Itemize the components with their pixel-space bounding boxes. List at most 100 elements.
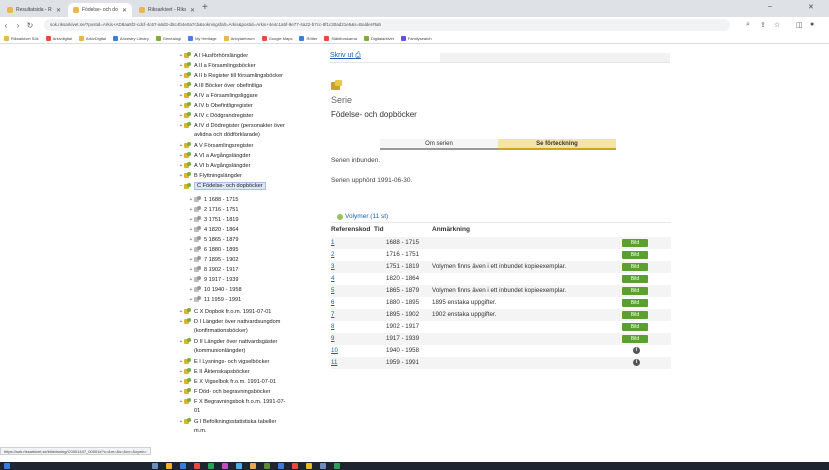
tree-subitem[interactable]: +5 1865 - 1879 [188, 236, 239, 243]
taskbar-app-icon[interactable] [278, 463, 284, 469]
volumes-toggle[interactable]: Volymer (11 st) [337, 213, 388, 220]
bookmark-item[interactable]: Familysearch [400, 35, 432, 41]
browser-tab[interactable]: Riksarkivet - Riksarkivet ✕ [134, 3, 200, 17]
tree-item[interactable]: m.m. [178, 428, 206, 434]
reference-link[interactable]: 3 [331, 263, 334, 270]
reference-link[interactable]: 5 [331, 287, 334, 294]
bild-button[interactable]: Bild [622, 335, 648, 343]
reference-link[interactable]: 2 [331, 251, 334, 258]
tree-item[interactable]: avlidna och dödförklarade) [178, 132, 260, 138]
reference-link[interactable]: 11 [331, 359, 337, 366]
tree-item[interactable]: + A II b Register till församlingsböcker [178, 72, 283, 79]
taskbar-app-icon[interactable] [222, 463, 228, 469]
tree-subitem[interactable]: +10 1940 - 1958 [188, 286, 242, 293]
taskbar-app-icon[interactable] [264, 463, 270, 469]
taskbar-app-icon[interactable] [180, 463, 186, 469]
bookmark-item[interactable]: Anbytarforum [223, 35, 255, 41]
bookmark-item[interactable]: Riksarkivet Sök [4, 35, 39, 41]
close-tab-icon[interactable]: ✕ [122, 7, 127, 14]
bookmark-item[interactable]: Google Maps [261, 35, 292, 41]
tree-item[interactable]: + A IV b Obefintligregister [178, 102, 253, 109]
reference-link[interactable]: 8 [331, 323, 334, 330]
tree-item[interactable]: (kommunionlängder) [178, 348, 245, 354]
bild-button[interactable]: Bild [622, 239, 648, 247]
tree-subitem[interactable]: +9 1917 - 1939 [188, 276, 239, 283]
start-icon[interactable] [4, 463, 10, 469]
browser-tab[interactable]: Födelse- och dopböcker - Riksarkivet - S… [68, 3, 132, 17]
tree-subitem[interactable]: +3 1751 - 1819 [188, 216, 239, 223]
tree-item[interactable]: (konfirmationsböcker) [178, 328, 248, 334]
tree-subitem[interactable]: +7 1895 - 1902 [188, 256, 239, 263]
bookmark-item[interactable]: Arkivdigital [45, 35, 72, 41]
tree-item[interactable]: + A V Församlingsregister [178, 142, 253, 149]
tree-subitem[interactable]: +11 1959 - 1991 [188, 296, 241, 303]
tree-item[interactable]: + A I Husförhörslängder [178, 52, 248, 59]
tree-subitem[interactable]: +6 1880 - 1895 [188, 246, 239, 253]
back-icon[interactable]: ‹ [0, 21, 12, 30]
bild-button[interactable]: Bild [622, 275, 648, 283]
taskbar-app-icon[interactable] [250, 463, 256, 469]
taskbar-app-icon[interactable] [306, 463, 312, 469]
taskbar-app-icon[interactable] [152, 463, 158, 469]
bild-button[interactable]: Bild [622, 299, 648, 307]
reload-icon[interactable]: ↻ [24, 21, 36, 30]
reference-link[interactable]: 9 [331, 335, 334, 342]
reference-link[interactable]: 4 [331, 275, 334, 282]
tree-item[interactable]: + A IV a Församlingsliggare [178, 92, 258, 99]
close-tab-icon[interactable]: ✕ [56, 7, 61, 14]
reference-link[interactable]: 1 [331, 239, 334, 246]
reference-link[interactable]: 7 [331, 311, 334, 318]
tree-subitem[interactable]: +8 1902 - 1917 [188, 266, 239, 273]
profile-icon[interactable]: ● [810, 21, 814, 28]
tree-item[interactable]: + D II Längder över nattvardsgäster [178, 338, 277, 345]
tree-item[interactable]: + D I Längder över nattvardsungdom [178, 318, 280, 325]
taskbar-app-icon[interactable] [166, 463, 172, 469]
bild-button[interactable]: Bild [622, 287, 648, 295]
tab-se-forteckning[interactable]: Se förteckning [498, 139, 616, 150]
tree-item[interactable]: + A VI b Avgångslängder [178, 162, 251, 169]
tree-item[interactable]: + B Flyttningslängder [178, 172, 242, 179]
bookmark-item[interactable]: Genealogi [155, 35, 181, 41]
taskbar-app-icon[interactable] [208, 463, 214, 469]
bookmark-item[interactable]: ArkivDigital [78, 35, 106, 41]
tree-item[interactable]: + A IV c Dödgrandregister [178, 112, 253, 119]
taskbar-app-icon[interactable] [334, 463, 340, 469]
tree-item[interactable]: + A II a Församlingsböcker [178, 62, 256, 69]
star-icon[interactable]: ☆ [774, 21, 780, 29]
share-icon[interactable]: ⇪ [760, 21, 766, 29]
tree-item[interactable]: + E II Äktenskapsböcker [178, 368, 250, 375]
info-icon[interactable]: i [633, 359, 640, 366]
tree-item[interactable]: + E I Lysnings- och vigselböcker [178, 358, 269, 365]
tree-item[interactable]: + G I Befolkningsstatistiska tabeller [178, 418, 276, 425]
tab-om-serien[interactable]: Om serien [380, 139, 498, 150]
tree-item[interactable]: + A VI a Avgångslängder [178, 152, 251, 159]
tree-item[interactable]: 01 [178, 408, 200, 414]
taskbar-app-icon[interactable] [194, 463, 200, 469]
taskbar-app-icon[interactable] [320, 463, 326, 469]
minimize-icon[interactable]: – [768, 3, 772, 10]
tree-subitem[interactable]: +2 1716 - 1751 [188, 206, 239, 213]
extensions-icon[interactable]: ◫ [796, 21, 803, 29]
bookmark-item[interactable]: Rötter [299, 35, 317, 41]
forward-icon[interactable]: › [12, 21, 24, 30]
bookmark-item[interactable]: My Heritage [188, 35, 217, 41]
tree-item[interactable]: + C X Dopbok fr.o.m. 1991-07-01 [178, 308, 271, 315]
browser-tab[interactable]: Resultatsida - Riksarkivet - Sök efter..… [2, 3, 66, 17]
bild-button[interactable]: Bild [622, 311, 648, 319]
tree-item[interactable]: + A IV d Dödregister (personakter över [178, 122, 285, 129]
tree-item[interactable]: + F X Begravningsbok fr.o.m. 1991-07- [178, 398, 285, 405]
reference-link[interactable]: 6 [331, 299, 334, 306]
tree-item[interactable]: + F Död- och begravningsböcker [178, 388, 271, 395]
url-input[interactable]: sok.riksarkivet.se/?postid=Arkis+AD8aa5f… [44, 19, 730, 31]
search-icon[interactable]: ⌕ [746, 21, 750, 29]
tree-subitem[interactable]: +1 1688 - 1715 [188, 196, 239, 203]
tree-item[interactable]: − C Födelse- och dopböcker [178, 182, 266, 190]
new-tab-button[interactable]: + [202, 2, 208, 13]
bild-button[interactable]: Bild [622, 251, 648, 259]
bookmark-item[interactable]: Ancestry Library [112, 35, 149, 41]
taskbar-app-icon[interactable] [236, 463, 242, 469]
print-link[interactable]: Skriv ut ⎙ [330, 52, 361, 60]
bild-button[interactable]: Bild [622, 263, 648, 271]
info-icon[interactable]: i [633, 347, 640, 354]
tree-item[interactable]: + A III Böcker över obefintliga [178, 82, 262, 89]
